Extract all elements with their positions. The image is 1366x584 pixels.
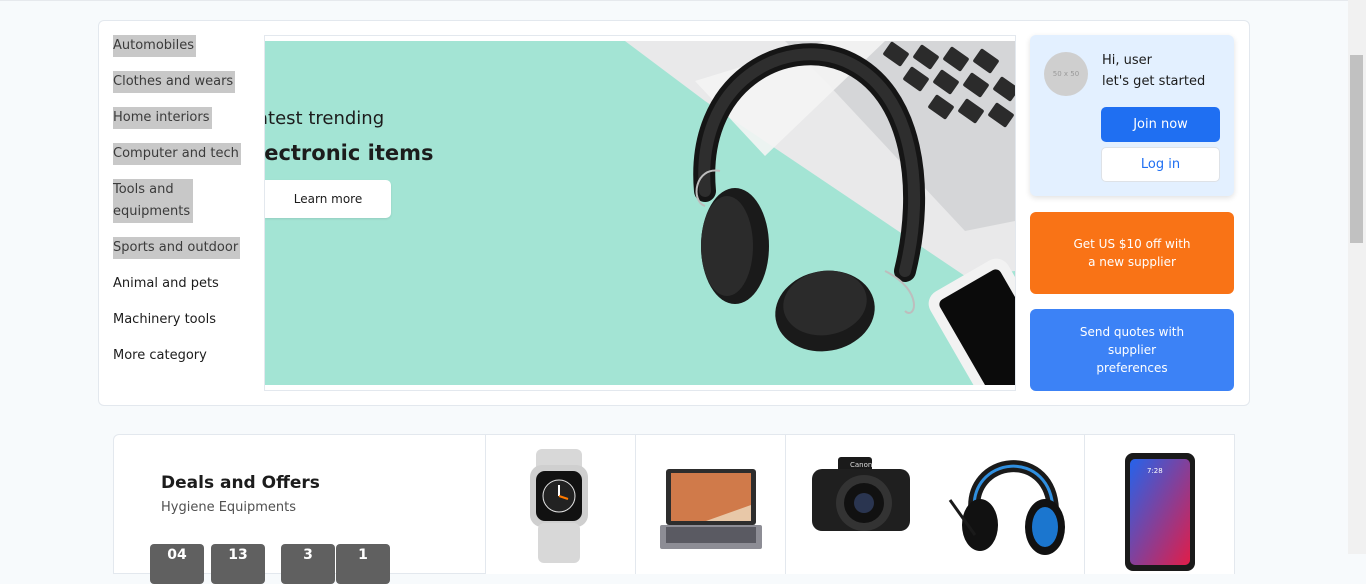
top-border <box>0 0 1348 1</box>
timer-hours: 13 <box>211 544 265 584</box>
join-now-button[interactable]: Join now <box>1101 107 1220 142</box>
deals-section: Deals and Offers Hygiene Equipments 04 1… <box>113 434 1235 584</box>
avatar: 50 x 50 <box>1044 52 1088 96</box>
sidebar-item-sports[interactable]: Sports and outdoor <box>113 237 241 259</box>
product-camera[interactable]: Canon <box>786 434 936 574</box>
sidebar-item-computer-tech[interactable]: Computer and tech <box>113 143 241 165</box>
promo-discount-card[interactable]: Get US $10 off with a new supplier <box>1030 212 1234 294</box>
sidebar-item-tools[interactable]: Tools and equipments <box>113 179 193 223</box>
sidebar-item-animals[interactable]: Animal and pets <box>113 273 221 295</box>
svg-text:7:28: 7:28 <box>1147 467 1163 475</box>
scrollbar-thumb[interactable] <box>1350 55 1363 243</box>
main-banner: atest trending lectronic items Learn mor… <box>264 35 1016 391</box>
promo-quotes-card[interactable]: Send quotes with supplier preferences <box>1030 309 1234 391</box>
sidebar-item-clothes[interactable]: Clothes and wears <box>113 71 236 93</box>
banner-headline-2: lectronic items <box>265 141 434 165</box>
deals-info-card: Deals and Offers Hygiene Equipments 04 1… <box>113 434 486 584</box>
smartwatch-icon <box>530 449 588 563</box>
user-panel: 50 x 50 Hi, user let's get started Join … <box>1030 35 1234 196</box>
laptop-icon <box>660 469 762 549</box>
product-smartphone[interactable]: 7:28 <box>1085 434 1235 574</box>
deals-subtitle: Hygiene Equipments <box>161 500 297 515</box>
sidebar-item-automobiles[interactable]: Automobiles <box>113 35 197 57</box>
banner-headline-1: atest trending <box>265 108 385 129</box>
banner-image: atest trending lectronic items Learn mor… <box>265 41 1015 385</box>
smartphone-icon: 7:28 <box>1125 453 1195 571</box>
product-headset[interactable] <box>935 434 1085 574</box>
product-laptop[interactable] <box>636 434 786 574</box>
timer-seconds: 1 <box>336 544 390 584</box>
camera-icon: Canon <box>812 457 910 531</box>
greeting-line-1: Hi, user <box>1102 53 1153 68</box>
learn-more-button[interactable]: Learn more <box>265 180 391 218</box>
sidebar-item-machinery[interactable]: Machinery tools <box>113 309 218 331</box>
sidebar-item-more[interactable]: More category <box>113 345 209 367</box>
log-in-button[interactable]: Log in <box>1101 147 1220 182</box>
timer-days: 04 <box>150 544 204 584</box>
svg-text:Canon: Canon <box>850 461 872 469</box>
timer-minutes: 3 <box>281 544 335 584</box>
deals-title: Deals and Offers <box>161 473 320 493</box>
gaming-headset-icon <box>948 460 1065 555</box>
greeting-line-2: let's get started <box>1102 74 1206 89</box>
product-smartwatch[interactable] <box>486 434 636 574</box>
sidebar-item-home-interiors[interactable]: Home interiors <box>113 107 212 129</box>
